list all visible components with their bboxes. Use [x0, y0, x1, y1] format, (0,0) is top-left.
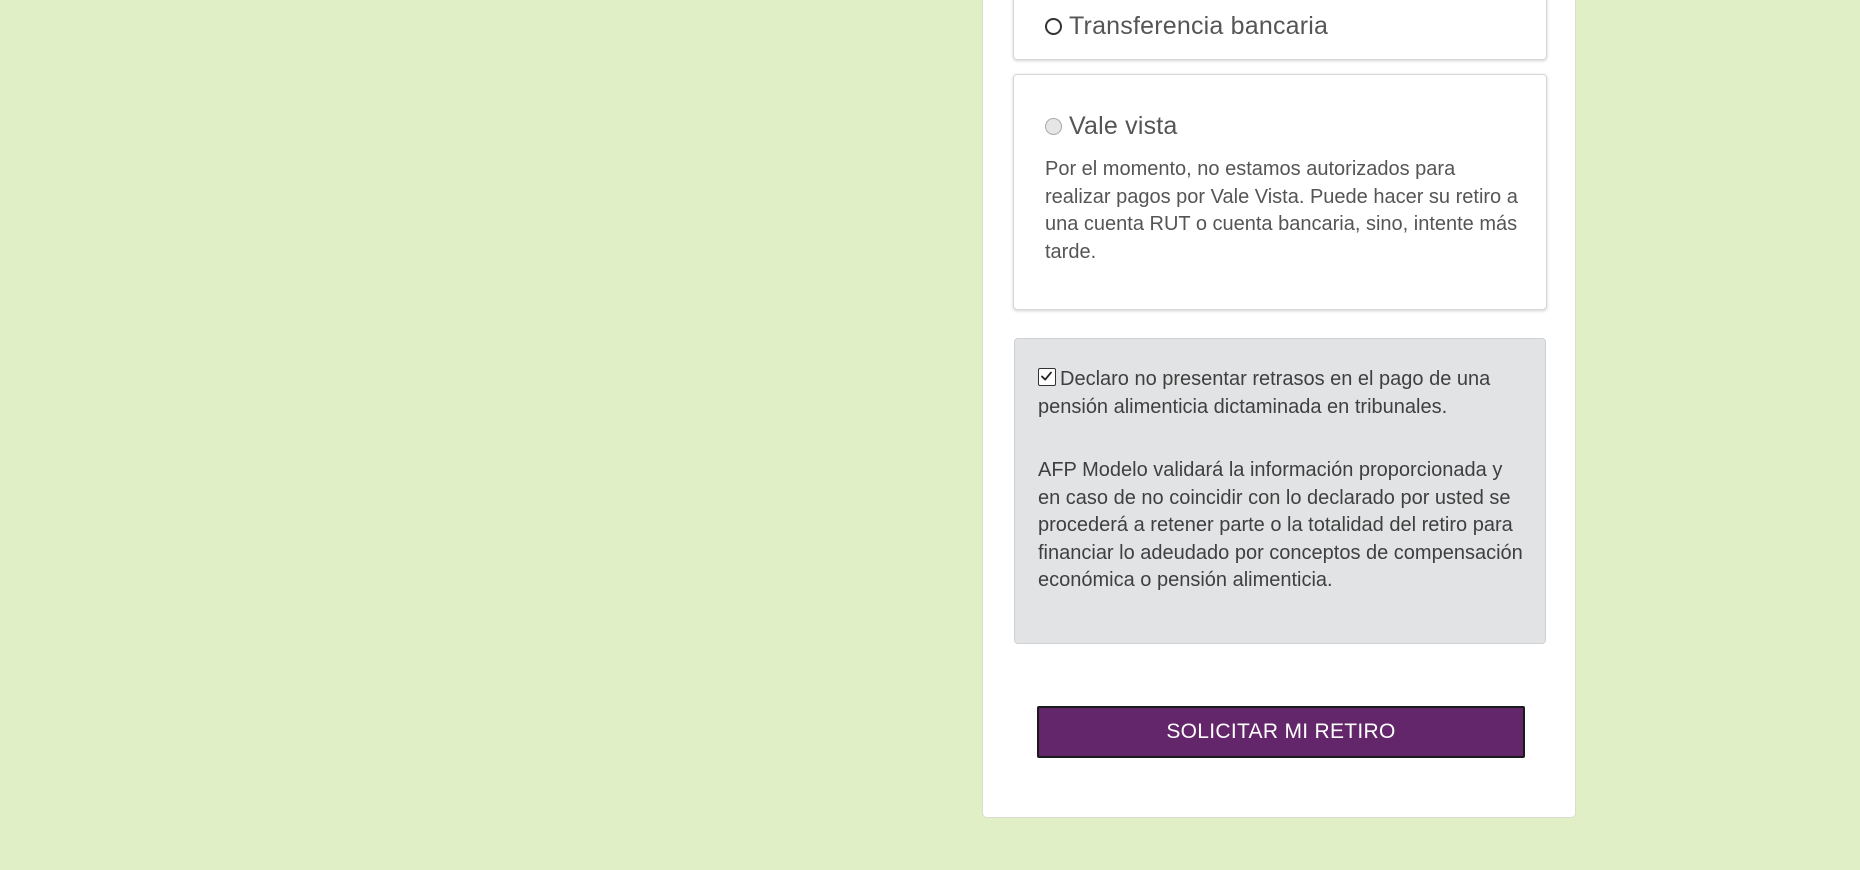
option-card-vale-vista: Vale vista Por el momento, no estamos au…	[1013, 74, 1547, 310]
option-vale-vista: Vale vista	[1045, 112, 1178, 141]
vale-vista-radio	[1045, 118, 1062, 135]
declaration-checkbox-row[interactable]: Declaro no presentar retrasos en el pago…	[1038, 366, 1523, 421]
vale-vista-description: Por el momento, no estamos autorizados p…	[1045, 158, 1518, 263]
declaration-note: AFP Modelo validará la información propo…	[1038, 459, 1523, 591]
option-transfer[interactable]: Transferencia bancaria	[1045, 12, 1328, 41]
option-card-transfer[interactable]: Transferencia bancaria	[1013, 0, 1547, 60]
withdrawal-form-panel: Transferencia bancaria Vale vista Por el…	[982, 0, 1576, 818]
declaration-box: Declaro no presentar retrasos en el pago…	[1014, 338, 1546, 644]
vale-vista-label: Vale vista	[1069, 112, 1178, 140]
declaration-checkbox-label: Declaro no presentar retrasos en el pago…	[1038, 368, 1491, 418]
check-icon	[1041, 371, 1052, 381]
transfer-radio[interactable]	[1045, 18, 1062, 35]
transfer-label: Transferencia bancaria	[1069, 12, 1329, 40]
declaration-checkbox[interactable]	[1038, 368, 1056, 386]
submit-withdrawal-button[interactable]: SOLICITAR MI RETIRO	[1037, 706, 1525, 758]
